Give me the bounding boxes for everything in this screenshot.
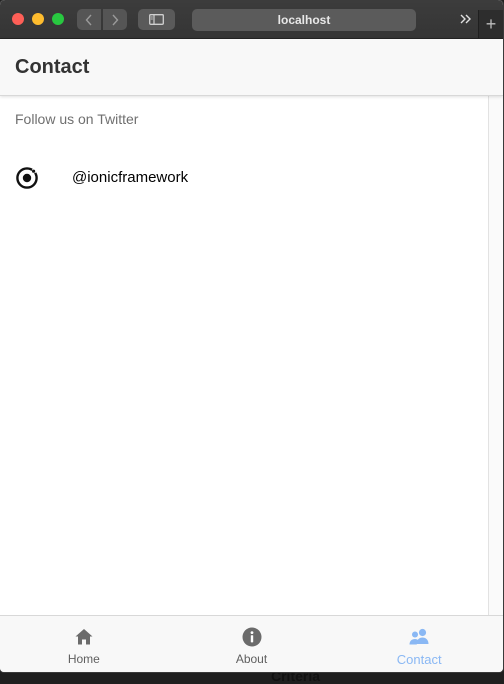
- close-window-button[interactable]: [12, 13, 24, 25]
- sidebar-toggle-button[interactable]: [138, 9, 175, 30]
- tab-about[interactable]: About: [168, 616, 336, 672]
- scrollbar[interactable]: [488, 96, 503, 615]
- chevron-left-icon: [85, 14, 92, 25]
- content-area: Follow us on Twitter @ionicframework: [0, 96, 488, 615]
- twitter-handle: @ionicframework: [72, 169, 189, 186]
- forward-button[interactable]: [103, 9, 127, 30]
- more-tabs-button[interactable]: [458, 10, 474, 28]
- tab-contact-label: Contact: [396, 652, 442, 667]
- browser-toolbar: localhost +: [0, 0, 503, 39]
- sidebar-icon: [149, 14, 164, 25]
- tab-home-label: Home: [67, 652, 100, 666]
- ionic-logo-icon: [16, 167, 38, 189]
- maximize-window-button[interactable]: [52, 13, 64, 25]
- page-title: Contact: [15, 56, 90, 78]
- browser-window: localhost + Contact Follow us on Twitter…: [0, 0, 503, 672]
- new-tab-button[interactable]: +: [478, 10, 503, 38]
- address-bar[interactable]: localhost: [192, 9, 416, 31]
- double-chevron-right-icon: [460, 14, 471, 24]
- chevron-right-icon: [112, 14, 119, 25]
- tab-bar: Home About Contact: [0, 615, 503, 672]
- list-header: Follow us on Twitter: [15, 111, 139, 127]
- home-icon: [75, 629, 93, 645]
- people-icon: [409, 628, 429, 645]
- tab-about-label: About: [235, 652, 268, 666]
- list-item-twitter[interactable]: @ionicframework: [0, 158, 488, 198]
- app-header: Contact: [0, 39, 503, 96]
- info-icon: [242, 627, 261, 647]
- tab-contact[interactable]: Contact: [335, 616, 503, 672]
- minimize-window-button[interactable]: [32, 13, 44, 25]
- tab-home[interactable]: Home: [0, 616, 168, 672]
- back-button[interactable]: [77, 9, 101, 30]
- plus-icon: +: [485, 14, 497, 34]
